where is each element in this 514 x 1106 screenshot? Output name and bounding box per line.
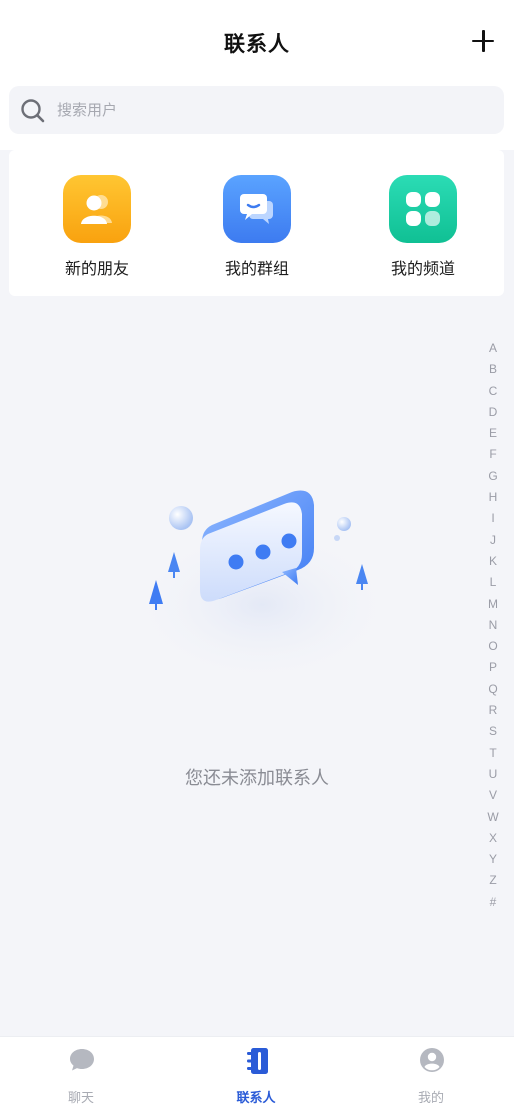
index-letter[interactable]: D	[480, 402, 506, 423]
index-letter[interactable]: C	[480, 381, 506, 402]
top-header: 联系人 搜索用户	[0, 0, 514, 150]
index-letter[interactable]: F	[480, 444, 506, 465]
search-placeholder: 搜索用户	[57, 101, 118, 119]
empty-chat-illustration	[127, 490, 397, 685]
index-letter[interactable]: T	[480, 743, 506, 764]
index-letter[interactable]: Z	[480, 870, 506, 891]
my-channels-label: 我的频道	[390, 259, 455, 278]
index-letter[interactable]: S	[480, 721, 506, 742]
index-letter[interactable]: X	[480, 828, 506, 849]
index-letter[interactable]: Q	[480, 679, 506, 700]
index-letter[interactable]: J	[480, 530, 506, 551]
index-letter[interactable]: N	[480, 615, 506, 636]
index-letter[interactable]: P	[480, 657, 506, 678]
tab-me[interactable]: 我的	[371, 1037, 491, 1106]
tab-contacts-label: 联系人	[236, 1091, 276, 1106]
tab-chat-label: 聊天	[67, 1091, 94, 1106]
index-letter[interactable]: K	[480, 551, 506, 572]
contacts-book-icon	[247, 1048, 268, 1074]
quick-actions-panel: 新的朋友 我的群组 我的频道	[9, 150, 504, 296]
index-letter[interactable]: H	[480, 487, 506, 508]
my-groups-label: 我的群组	[224, 259, 289, 278]
group-chat-icon	[223, 175, 291, 243]
index-letter[interactable]: E	[480, 423, 506, 444]
empty-state-message: 您还未添加联系人	[185, 768, 329, 789]
new-friend-icon	[63, 175, 131, 243]
index-letter[interactable]: O	[480, 636, 506, 657]
channel-icon	[389, 175, 457, 243]
new-friends-button[interactable]: 新的朋友	[37, 175, 157, 285]
index-letter[interactable]: B	[480, 359, 506, 380]
bottom-tab-bar: 聊天 联系人 我的	[0, 1036, 514, 1106]
page-title: 联系人	[224, 32, 290, 56]
index-letter[interactable]: R	[480, 700, 506, 721]
add-contact-button[interactable]	[470, 28, 496, 54]
index-letter[interactable]: A	[480, 338, 506, 359]
index-letter[interactable]: L	[480, 572, 506, 593]
tab-chat[interactable]: 聊天	[21, 1037, 141, 1106]
my-groups-button[interactable]: 我的群组	[197, 175, 317, 285]
tab-contacts[interactable]: 联系人	[196, 1037, 316, 1106]
chat-bubble-icon	[70, 1049, 94, 1071]
search-input[interactable]: 搜索用户	[9, 86, 504, 134]
new-friends-label: 新的朋友	[64, 259, 129, 278]
index-letter[interactable]: W	[480, 807, 506, 828]
index-letter[interactable]: Y	[480, 849, 506, 870]
index-letter[interactable]: I	[480, 508, 506, 529]
index-letter[interactable]: G	[480, 466, 506, 487]
tab-me-label: 我的	[417, 1091, 444, 1106]
index-letter[interactable]: #	[480, 892, 506, 913]
alphabet-index-bar[interactable]: A B C D E F G H I J K L M N O P Q R S T U V W X Y Z #	[480, 338, 506, 913]
profile-icon	[420, 1048, 444, 1072]
index-letter[interactable]: M	[480, 594, 506, 615]
search-icon	[21, 99, 45, 123]
my-channels-button[interactable]: 我的频道	[363, 175, 483, 285]
